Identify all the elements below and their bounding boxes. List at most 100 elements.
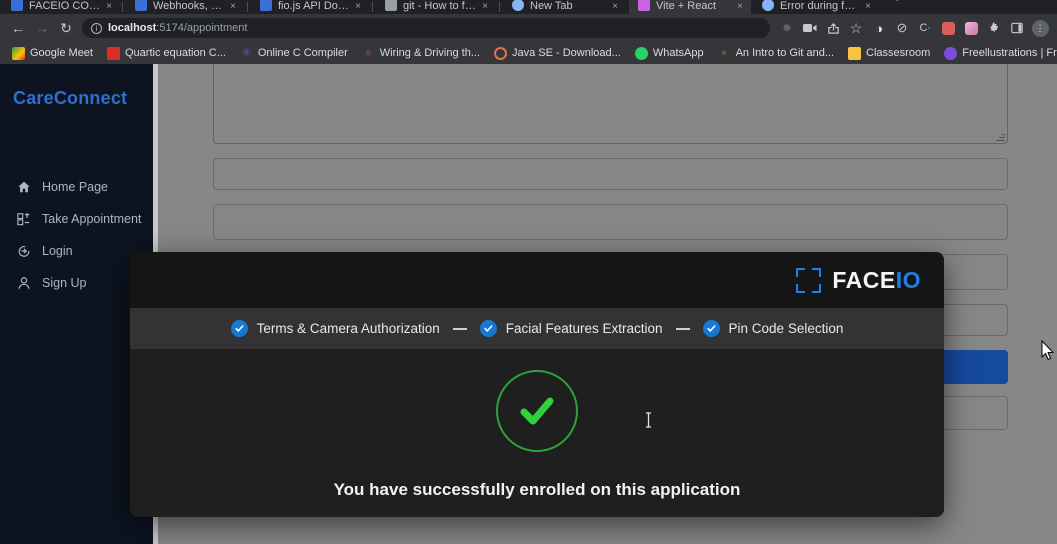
back-icon[interactable]: ← [6,16,30,40]
tab-favicon [135,0,147,11]
tab-close-icon[interactable]: × [106,1,112,12]
toolbar-icon-group: ✸ ☆ ◑ ⊘ C· ⋮ [776,17,1051,39]
address-bar[interactable]: i localhost:5174/appointment [82,18,770,38]
faceio-modal: FACEIO Terms & Camera Authorization Faci… [130,252,944,517]
browser-tab[interactable]: New Tab × [503,0,626,14]
extension-red-icon[interactable] [937,17,959,39]
tab-label: git - How to fix ... [403,0,476,12]
step-check-icon [479,320,497,337]
bookmark-item[interactable]: Google Meet [6,45,99,62]
tab-close-icon[interactable]: × [482,1,488,12]
login-icon [18,246,30,257]
bookmark-label: Classesroom [866,47,931,59]
logo-face-text: FACE [832,266,896,293]
tab-favicon [385,0,397,11]
tab-label: Webhooks, Back... [153,0,225,12]
tab-favicon [638,0,650,11]
browser-tab-active[interactable]: Vite + React × [629,0,751,14]
sidepanel-icon[interactable] [1006,17,1028,39]
tab-close-icon[interactable]: × [230,1,236,12]
faceio-brackets-icon [796,267,822,293]
screen-record-icon[interactable] [799,17,821,39]
step-pin-code-selection: Pin Code Selection [702,320,844,337]
tab-strip: FACEIO CONSOLE × Webhooks, Back... × fio… [0,0,1057,14]
browser-tab[interactable]: git - How to fix ... × [376,0,496,14]
tab-favicon [260,0,272,11]
step-separator [675,327,690,330]
sidebar-item-take-appointment[interactable]: Take Appointment [0,203,153,235]
bookmark-favicon [634,46,648,60]
sidebar-item-home-page[interactable]: Home Page [0,171,153,203]
browser-tab[interactable]: Error during fac... × [753,0,879,14]
site-info-icon[interactable]: i [91,22,102,34]
sidebar-item-label: Home Page [42,180,109,194]
browser-tab[interactable]: fio.js API Docum... × [251,0,369,14]
profile-avatar[interactable]: ⋮ [1029,17,1051,39]
bookmark-item[interactable]: ∘ An Intro to Git and... [712,45,840,62]
user-icon [18,277,30,289]
step-separator [452,327,467,330]
theme-contrast-icon[interactable]: ◑ [868,17,890,39]
bookmark-item[interactable]: Quartic equation C... [101,45,232,62]
tab-favicon [512,0,524,11]
modal-header: FACEIO [130,252,944,308]
window-controls[interactable]: − [943,0,1053,2]
bookmark-favicon: ∘ [717,46,731,60]
puzzle-extension-icon[interactable] [983,17,1005,39]
sparkle-icon[interactable]: ✸ [776,17,798,39]
bookmark-label: Freellustrations | Fr... [962,47,1057,59]
calendar-icon [17,212,30,226]
bookmark-favicon [106,46,120,60]
step-label: Pin Code Selection [728,321,844,336]
browser-tab[interactable]: Webhooks, Back... × [126,0,244,14]
block-icon[interactable]: ⊘ [891,17,913,39]
bookmark-label: An Intro to Git and... [735,47,835,59]
bookmark-label: Google Meet [30,47,93,59]
tab-label: New Tab [530,0,573,12]
share-icon[interactable] [822,17,844,39]
text-ibeam-cursor [645,412,652,433]
sidebar-item-label: Login [42,244,73,258]
bookmark-label: Java SE - Download... [512,47,621,59]
sidebar-item-label: Sign Up [42,276,87,290]
browser-tab[interactable]: FACEIO CONSOLE × [2,0,120,14]
bookmarks-bar: Google Meet Quartic equation C... ⚛ Onlin… [0,42,1057,64]
reload-icon[interactable]: ↻ [54,16,78,40]
tab-favicon [11,0,23,11]
extension-pink-icon[interactable] [960,17,982,39]
bookmark-item[interactable]: ⚛ Wiring & Driving th... [356,45,486,62]
bookmark-label: Wiring & Driving th... [379,47,480,59]
tab-close-icon[interactable]: × [355,1,361,12]
tab-label: fio.js API Docum... [278,0,350,12]
tab-close-icon[interactable]: × [865,1,871,12]
tab-label: Vite + React [656,0,717,12]
step-check-icon [230,320,248,337]
tab-label: FACEIO CONSOLE [29,0,100,12]
tab-close-icon[interactable]: × [612,1,618,12]
bookmark-item[interactable]: Java SE - Download... [488,45,627,62]
step-label: Facial Features Extraction [505,321,663,336]
url-text: localhost:5174/appointment [108,22,247,34]
arrow-cursor [1041,339,1055,366]
step-facial-features-extraction: Facial Features Extraction [479,320,663,337]
bookmark-favicon: ⚛ [239,46,253,60]
bookmark-favicon: ⚛ [361,46,375,60]
bookmark-item[interactable]: WhatsApp [629,45,710,62]
clipboard-icon[interactable]: C· [914,17,936,39]
bookmark-label: WhatsApp [652,47,704,59]
modal-body: You have successfully enrolled on this a… [130,349,944,517]
faceio-logo: FACEIO [796,267,921,294]
forward-icon[interactable]: → [30,16,54,40]
bookmark-item[interactable]: Freellustrations | Fr... [938,45,1057,62]
brand-logo: CareConnect [13,88,128,108]
bookmark-item[interactable]: Classesroom [842,45,936,62]
tab-close-icon[interactable]: × [737,1,743,12]
new-tab-button[interactable]: + [887,0,907,8]
browser-toolbar: ← → ↻ i localhost:5174/appointment ✸ ☆ ◑… [0,14,1057,42]
step-terms-camera-authorization: Terms & Camera Authorization [230,320,440,337]
success-message: You have successfully enrolled on this a… [333,480,741,499]
bookmark-star-icon[interactable]: ☆ [845,17,867,39]
browser-window: FACEIO CONSOLE × Webhooks, Back... × fio… [0,0,1057,544]
faceio-wordmark: FACEIO [832,267,921,294]
bookmark-item[interactable]: ⚛ Online C Compiler [234,45,354,62]
